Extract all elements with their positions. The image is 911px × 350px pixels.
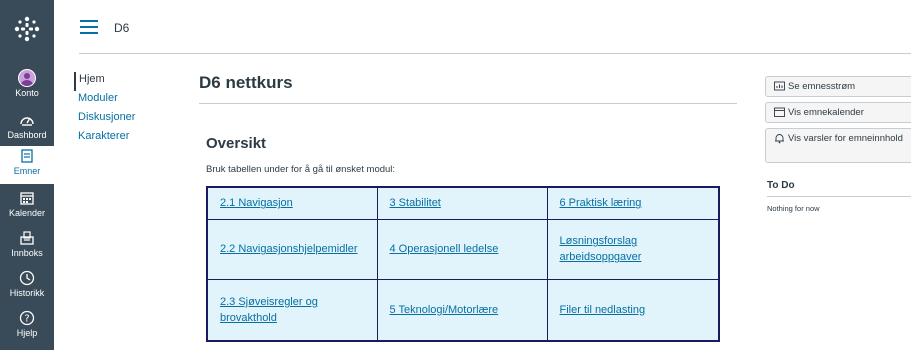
history-icon	[19, 268, 35, 288]
course-nav-karakterer[interactable]: Karakterer	[77, 129, 177, 148]
intro-text: Bruk tabellen under for å gå til ønsket …	[206, 164, 396, 175]
nav-emner[interactable]: Emner	[0, 146, 54, 184]
page-title: D6 nettkurs	[199, 73, 293, 92]
calendar-icon	[20, 188, 34, 208]
module-link[interactable]: Filer til nedlasting	[560, 304, 646, 316]
course-nav-hjem[interactable]: Hjem	[74, 72, 177, 91]
table-cell: Filer til nedlasting	[546, 279, 720, 342]
table-row: 2.3 Sjøveisregler og brovakthold 5 Tekno…	[206, 279, 720, 342]
help-icon: ?	[19, 308, 35, 328]
course-nav-diskusjoner[interactable]: Diskusjoner	[77, 110, 177, 129]
inbox-icon	[20, 228, 34, 248]
nav-historikk[interactable]: Historikk	[0, 268, 54, 308]
page-header: D6	[54, 0, 911, 54]
course-stream-button[interactable]: Se emnesstrøm	[765, 76, 911, 97]
table-cell: 4 Operasjonell ledelse	[376, 218, 548, 281]
course-notifications-button[interactable]: Vis varsler for emneinnhold	[765, 128, 911, 163]
stream-icon	[774, 81, 785, 95]
nav-dashbord[interactable]: Dashbord	[0, 110, 54, 150]
table-cell: 2.2 Navigasjonshjelpemidler	[206, 218, 378, 281]
table-cell: Løsningsforslag arbeidsoppgaver	[546, 218, 720, 281]
account-avatar-icon	[18, 68, 36, 88]
nav-konto[interactable]: Konto	[0, 68, 54, 108]
todo-empty-text: Nothing for now	[767, 204, 820, 213]
todo-divider	[767, 196, 911, 197]
module-link[interactable]: 2.2 Navigasjonshjelpemidler	[220, 243, 358, 255]
table-cell: 2.3 Sjøveisregler og brovakthold	[206, 279, 378, 342]
dashboard-icon	[19, 110, 35, 130]
table-cell: 3 Stabilitet	[376, 186, 548, 220]
course-calendar-button[interactable]: Vis emnekalender	[765, 102, 911, 123]
breadcrumb[interactable]: D6	[114, 21, 129, 35]
module-link[interactable]: 6 Praktisk læring	[560, 197, 642, 209]
course-nav-moduler[interactable]: Moduler	[77, 91, 177, 110]
bell-icon	[774, 133, 785, 148]
module-link[interactable]: Løsningsforslag arbeidsoppgaver	[560, 235, 642, 263]
module-link[interactable]: 2.1 Navigasjon	[220, 197, 293, 209]
module-table: 2.1 Navigasjon 3 Stabilitet 6 Praktisk l…	[206, 186, 720, 342]
module-link[interactable]: 5 Teknologi/Motorlære	[390, 304, 499, 316]
nav-innboks[interactable]: Innboks	[0, 228, 54, 268]
course-nav: Hjem Moduler Diskusjoner Karakterer	[74, 72, 177, 148]
table-row: 2.1 Navigasjon 3 Stabilitet 6 Praktisk l…	[206, 186, 720, 220]
module-link[interactable]: 3 Stabilitet	[390, 197, 441, 209]
todo-heading: To Do	[767, 180, 795, 191]
canvas-logo-icon[interactable]	[0, 0, 54, 58]
module-link[interactable]: 4 Operasjonell ledelse	[390, 243, 499, 255]
svg-text:?: ?	[24, 314, 29, 325]
header-divider	[79, 53, 911, 54]
global-nav: Konto Dashbord Emner Kalender Innboks Hi…	[0, 0, 54, 350]
table-cell: 5 Teknologi/Motorlære	[376, 279, 548, 342]
table-cell: 2.1 Navigasjon	[206, 186, 378, 220]
courses-icon	[21, 146, 33, 166]
module-link[interactable]: 2.3 Sjøveisregler og brovakthold	[220, 296, 318, 324]
nav-kalender[interactable]: Kalender	[0, 188, 54, 228]
nav-hjelp[interactable]: ? Hjelp	[0, 308, 54, 348]
section-heading: Oversikt	[206, 135, 267, 152]
hamburger-menu-icon[interactable]	[80, 20, 98, 34]
table-row: 2.2 Navigasjonshjelpemidler 4 Operasjone…	[206, 218, 720, 281]
calendar-icon	[774, 107, 785, 121]
table-cell: 6 Praktisk læring	[546, 186, 720, 220]
title-divider	[199, 103, 737, 104]
